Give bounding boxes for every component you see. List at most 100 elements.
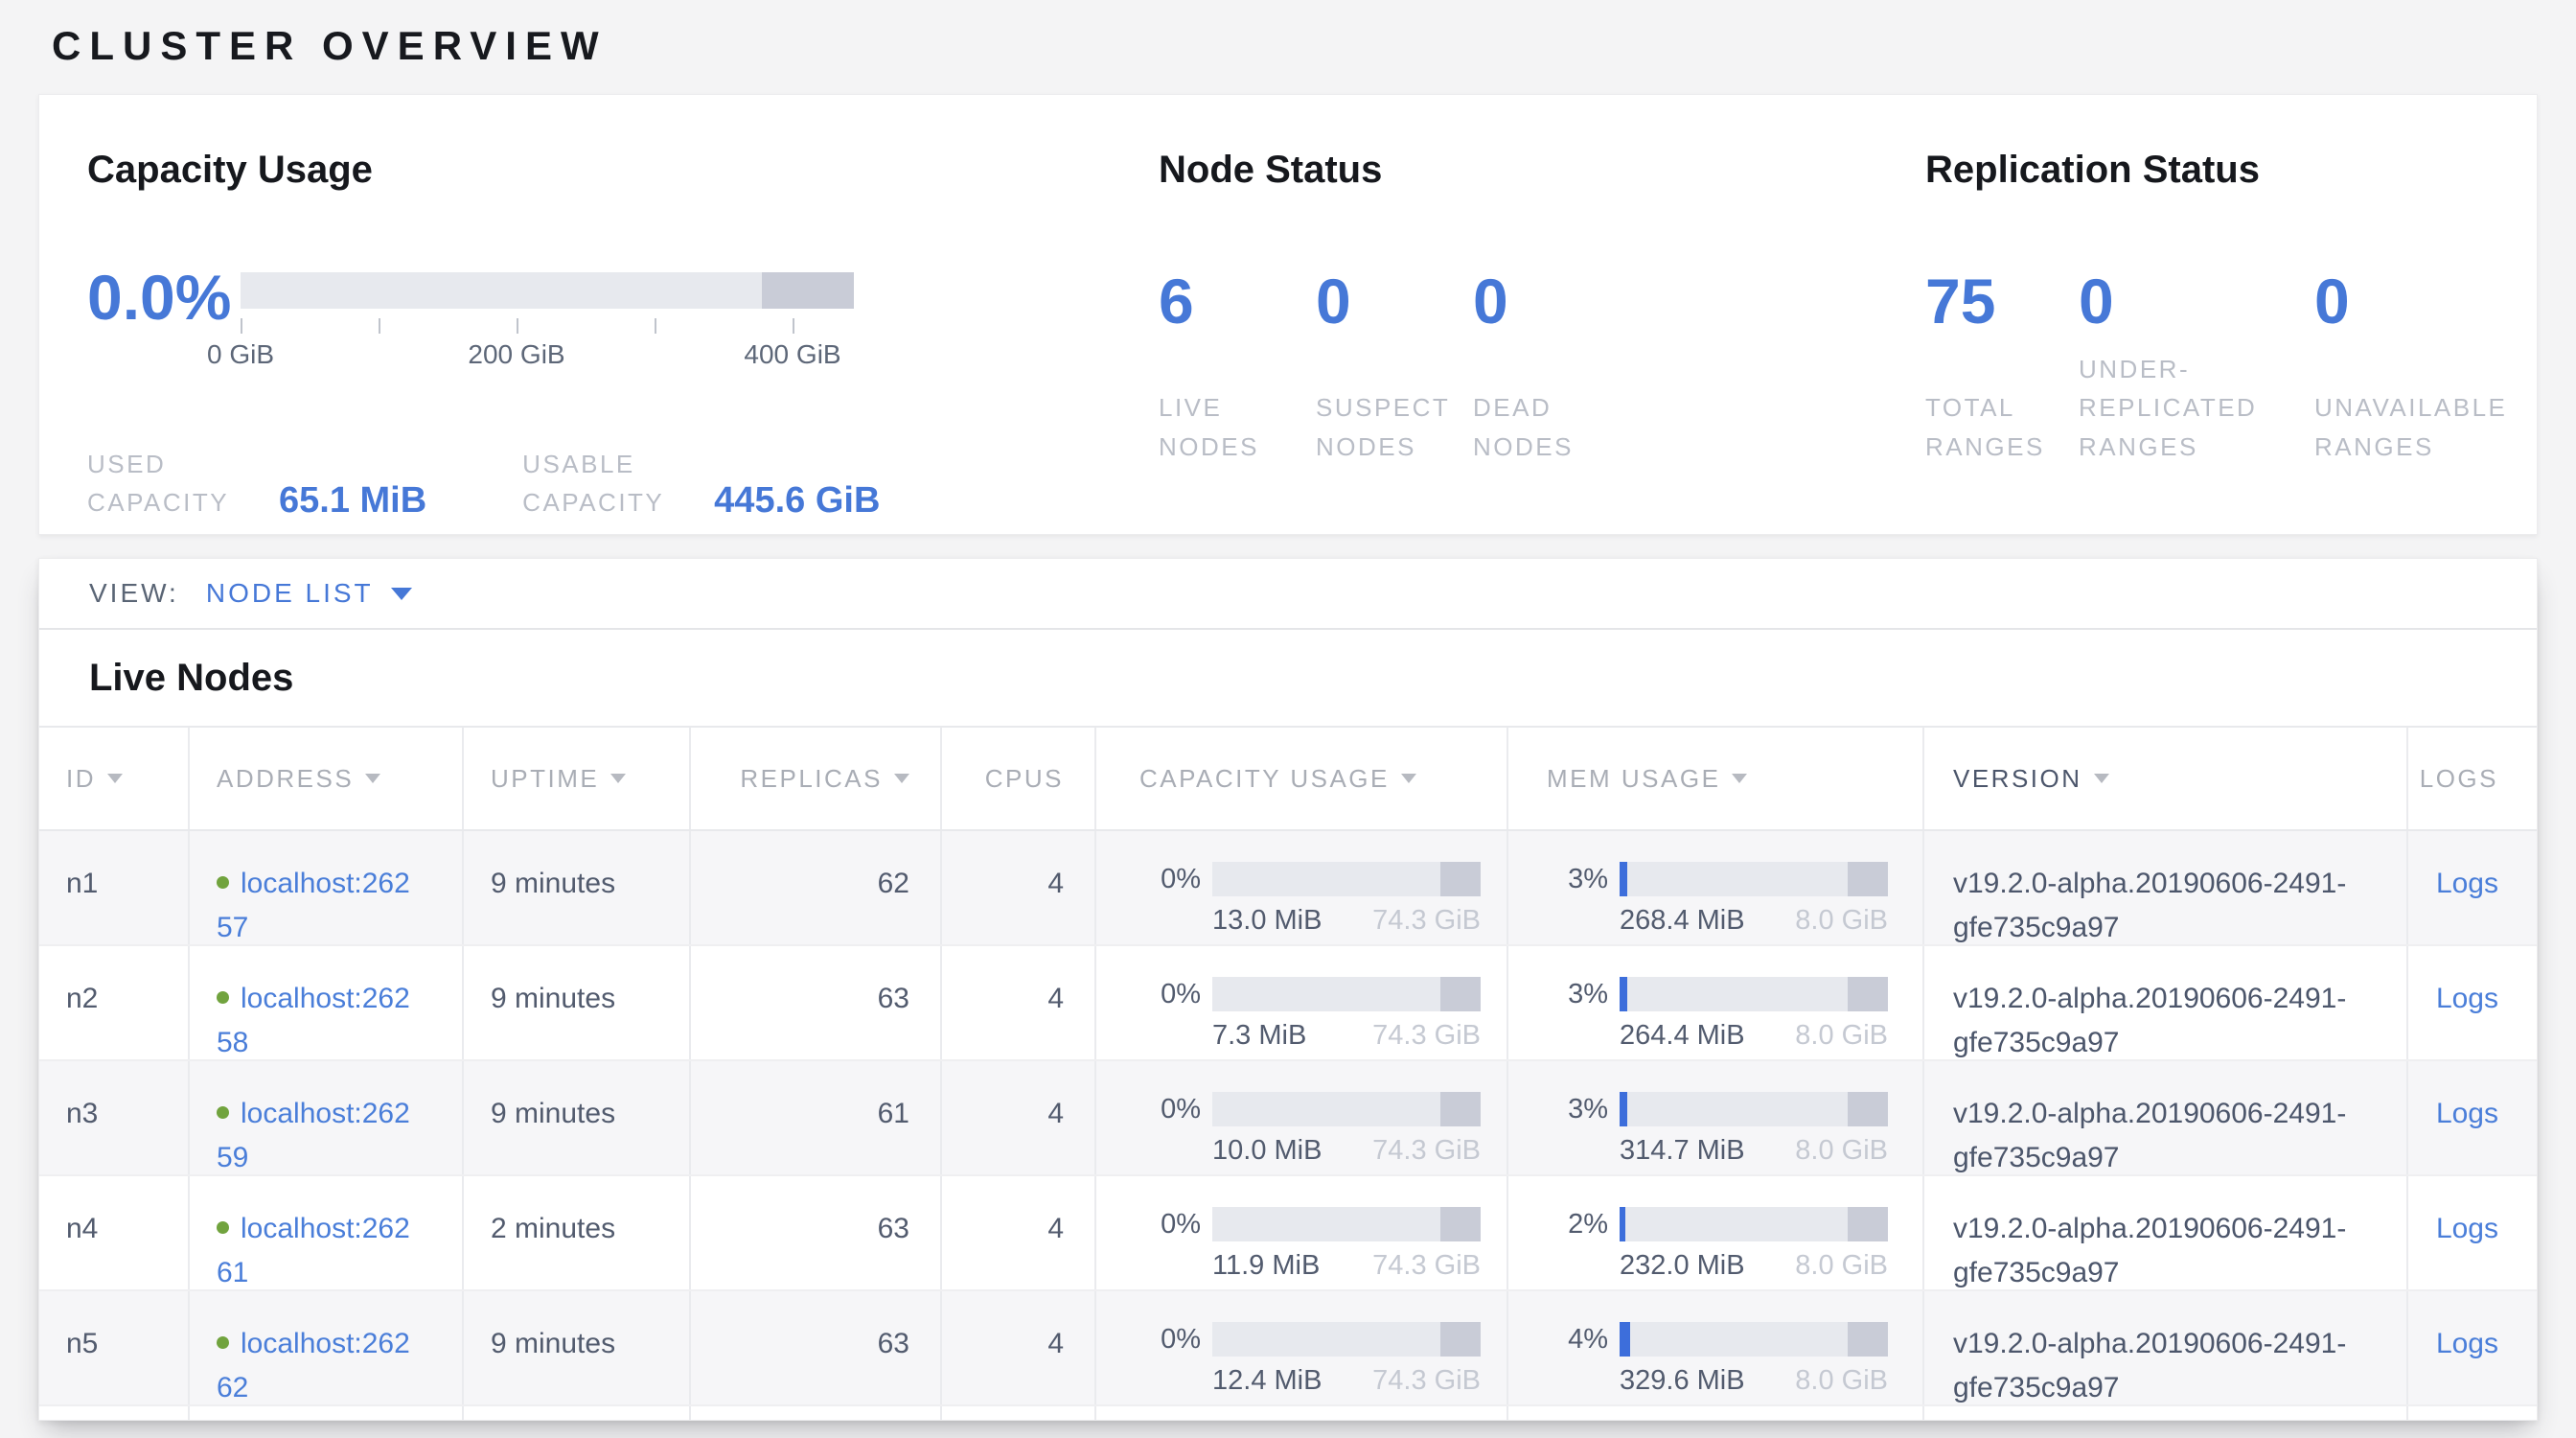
- capacity-stats: USED CAPACITY65.1 MiBUSABLE CAPACITY445.…: [87, 445, 1159, 522]
- column-header-label: REPLICAS: [740, 764, 883, 794]
- cell-version: v19.2.0-alpha.20190606-2491-gfe735c9a97: [1924, 831, 2408, 944]
- mem-bar: [1620, 862, 1888, 896]
- logs-link[interactable]: Logs: [2436, 983, 2498, 1014]
- capacity-total-value: 74.3 GiB: [1372, 904, 1481, 937]
- capacity-meter: 0%12.4 MiB74.3 GiB: [1139, 1322, 1506, 1397]
- cell-mem-usage: 3%268.4 MiB8.0 GiB: [1508, 831, 1924, 944]
- cell-version: v19.2.0-alpha.20190606-2491-gfe735c9a97: [1924, 1291, 2408, 1404]
- view-selector-dropdown[interactable]: NODE LIST: [206, 578, 412, 609]
- node-live-dot: [217, 991, 229, 1004]
- cell-replicas: 63: [691, 946, 942, 1059]
- node-address-link[interactable]: localhost:26258: [217, 983, 410, 1058]
- mem-meter: 3%264.4 MiB8.0 GiB: [1547, 977, 1922, 1052]
- sort-arrow-icon: [2094, 774, 2109, 783]
- capacity-used-value: 12.4 MiB: [1212, 1364, 1322, 1397]
- capacity-usage-section: Capacity Usage 0.0% 0 GiB200 GiB400 GiB …: [87, 149, 1159, 534]
- column-header-id[interactable]: ID: [39, 728, 190, 829]
- capacity-total-value: 74.3 GiB: [1372, 1134, 1481, 1167]
- column-header-cpus: CPUS: [942, 728, 1096, 829]
- axis-tick: [793, 318, 794, 334]
- capacity-bar-cap-segment: [762, 272, 854, 309]
- cell-uptime: 9 minutes: [464, 946, 691, 1059]
- live-nodes-table-body: n1localhost:262579 minutes6240%13.0 MiB7…: [39, 831, 2537, 1421]
- capacity-bar-cap-segment: [1440, 1322, 1481, 1357]
- sort-arrow-icon: [1732, 774, 1747, 783]
- cell-cpus: 4: [942, 1061, 1096, 1174]
- column-header-version[interactable]: VERSION: [1924, 728, 2408, 829]
- mem-percent: 4%: [1547, 1322, 1608, 1357]
- axis-tick-label: 200 GiB: [468, 339, 564, 370]
- cell-cpus: 4: [942, 831, 1096, 944]
- axis-tick: [655, 318, 656, 334]
- column-header-replicas[interactable]: REPLICAS: [691, 728, 942, 829]
- capacity-percent: 0%: [1139, 862, 1201, 896]
- cell-mem-usage: 3%314.7 MiB8.0 GiB: [1508, 1061, 1924, 1174]
- mem-bar-fill: [1620, 1207, 1625, 1241]
- capacity-bar: [1212, 1092, 1481, 1126]
- axis-tick: [379, 318, 380, 334]
- mem-meter: 4%329.6 MiB8.0 GiB: [1547, 1322, 1922, 1397]
- cell-replicas: 63: [691, 1176, 942, 1289]
- mem-bar-cap-segment: [1848, 1322, 1888, 1357]
- column-header-uptime[interactable]: UPTIME: [464, 728, 691, 829]
- cell-mem-usage: 2%232.0 MiB8.0 GiB: [1508, 1176, 1924, 1289]
- replication-status-stats: 75TOTAL RANGES0UNDER-REPLICATED RANGES0U…: [1925, 263, 2564, 466]
- stat-value: 65.1 MiB: [279, 480, 426, 522]
- cell-capacity-usage: 0%13.0 MiB74.3 GiB: [1096, 831, 1508, 944]
- node-address-link[interactable]: localhost:26259: [217, 1098, 410, 1173]
- replication-status-heading: Replication Status: [1925, 149, 2564, 192]
- logs-link[interactable]: Logs: [2436, 868, 2498, 899]
- column-header-address[interactable]: ADDRESS: [190, 728, 464, 829]
- capacity-meter: 0%10.0 MiB74.3 GiB: [1139, 1092, 1506, 1167]
- cell-version: [1924, 1406, 2408, 1421]
- stat-value: 0: [2314, 263, 2564, 339]
- mem-meter: 3%314.7 MiB8.0 GiB: [1547, 1092, 1922, 1167]
- capacity-used-value: 11.9 MiB: [1212, 1249, 1320, 1282]
- node-address-link[interactable]: localhost:26261: [217, 1213, 410, 1288]
- capacity-bar-track: [241, 272, 854, 309]
- stat-value: 0: [1316, 263, 1473, 339]
- cell-logs: Logs: [2408, 1061, 2537, 1174]
- stat-label: UNDER-REPLICATED RANGES: [2079, 350, 2280, 466]
- chevron-down-icon: [391, 588, 412, 600]
- capacity-usage-chart: 0.0% 0 GiB200 GiB400 GiB: [87, 263, 1159, 332]
- cell-cpus: 4: [942, 946, 1096, 1059]
- mem-bar-cap-segment: [1848, 862, 1888, 896]
- capacity-bar: [1212, 862, 1481, 896]
- cell-node-id: n4: [39, 1176, 190, 1289]
- cell-version: v19.2.0-alpha.20190606-2491-gfe735c9a97: [1924, 946, 2408, 1059]
- stat-value: 75: [1925, 263, 2079, 339]
- column-header-capacity[interactable]: CAPACITY USAGE: [1096, 728, 1508, 829]
- column-header-label: ID: [66, 764, 96, 794]
- cell-uptime: 2 minutes: [464, 1176, 691, 1289]
- cluster-overview-page: CLUSTER OVERVIEW Capacity Usage 0.0% 0 G…: [0, 0, 2576, 1421]
- cell-mem: [1508, 1406, 1924, 1421]
- mem-bar-cap-segment: [1848, 1207, 1888, 1241]
- cluster-summary-card: Capacity Usage 0.0% 0 GiB200 GiB400 GiB …: [38, 94, 2538, 535]
- cell-mem-usage: 4%329.6 MiB8.0 GiB: [1508, 1291, 1924, 1404]
- logs-link[interactable]: Logs: [2436, 1098, 2498, 1129]
- cell-cpus: 4: [942, 1291, 1096, 1404]
- logs-link[interactable]: Logs: [2436, 1328, 2498, 1359]
- cell-uptime: [464, 1406, 691, 1421]
- live-nodes-card: VIEW: NODE LIST Live Nodes IDADDRESSUPTI…: [38, 558, 2538, 1421]
- stat-label: LIVE NODES: [1159, 388, 1302, 466]
- replication-status-section: Replication Status 75TOTAL RANGES0UNDER-…: [1925, 149, 2564, 534]
- capacity-bar: [1212, 1207, 1481, 1241]
- cell-replicas: 62: [691, 831, 942, 944]
- node-status-section: Node Status 6LIVE NODES0SUSPECT NODES0DE…: [1159, 149, 1925, 534]
- cell-capacity-usage: 0%11.9 MiB74.3 GiB: [1096, 1176, 1508, 1289]
- column-header-mem[interactable]: MEM USAGE: [1508, 728, 1924, 829]
- node-address-link[interactable]: localhost:26262: [217, 1328, 410, 1403]
- stat-value: 445.6 GiB: [714, 480, 880, 522]
- cell-address: [190, 1406, 464, 1421]
- mem-total-value: 8.0 GiB: [1795, 1134, 1888, 1167]
- cell-logs: Logs: [2408, 1176, 2537, 1289]
- stat-used-capacity: USED CAPACITY65.1 MiB: [87, 445, 426, 522]
- node-address-link[interactable]: localhost:26257: [217, 868, 410, 943]
- cell-address: localhost:26257: [190, 831, 464, 944]
- node-status-heading: Node Status: [1159, 149, 1925, 192]
- logs-link[interactable]: Logs: [2436, 1213, 2498, 1244]
- sort-arrow-icon: [894, 774, 909, 783]
- capacity-used-value: 10.0 MiB: [1212, 1134, 1322, 1167]
